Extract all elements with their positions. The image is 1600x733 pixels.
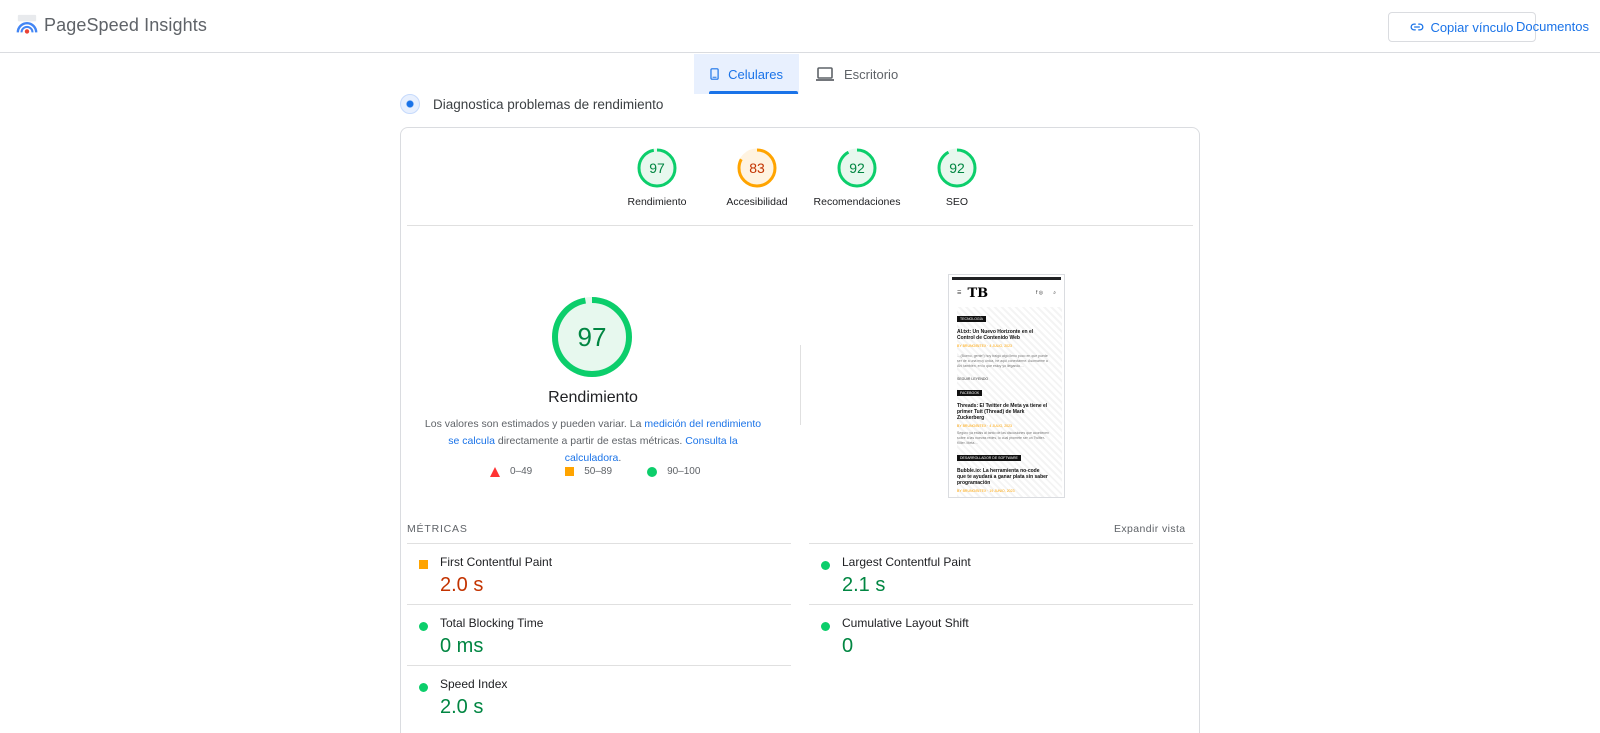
link-icon bbox=[1411, 23, 1424, 31]
metric-value: 0 bbox=[842, 635, 854, 657]
vertical-divider bbox=[800, 345, 801, 425]
metrics-divider bbox=[407, 604, 791, 605]
gauge-accessibility[interactable]: 83 Accesibilidad bbox=[707, 147, 807, 208]
tab-desktop[interactable]: Escritorio bbox=[799, 54, 914, 94]
thumb-post-meta: BY BRUNO/BITEX · 4 JULIO, 2023 bbox=[957, 344, 1012, 348]
gauge-score: 83 bbox=[749, 160, 765, 176]
final-screenshot-thumbnail[interactable]: ☰ TB f ◎ ⌕ TECNOLOGÍA AI.txt: Un Nuevo H… bbox=[948, 274, 1065, 498]
performance-title: Rendimiento bbox=[548, 389, 638, 406]
thumb-logo: TB bbox=[967, 285, 989, 301]
metric-lcp: Largest Contentful Paint 2.1 s bbox=[809, 555, 1193, 605]
metric-cls: Cumulative Layout Shift 0 bbox=[809, 616, 1193, 666]
performance-description: Los valores son estimados y pueden varia… bbox=[423, 416, 763, 467]
gauge-score: 92 bbox=[849, 160, 865, 176]
thumb-post-meta: BY BRUNO/BITEX · 4 JULIO, 2023 bbox=[957, 424, 1012, 428]
expand-view-toggle[interactable]: Expandir vista bbox=[1114, 523, 1186, 535]
metrics-divider bbox=[809, 604, 1193, 605]
metric-name: Largest Contentful Paint bbox=[842, 555, 971, 569]
metrics-section-label: MÉTRICAS bbox=[407, 523, 468, 535]
desc-prefix: Los valores son estimados y pueden varia… bbox=[424, 418, 645, 430]
gauge-label: SEO bbox=[945, 196, 969, 208]
legend-good-range: 90–100 bbox=[667, 466, 701, 477]
metric-value: 2.0 s bbox=[440, 696, 484, 718]
smartphone-icon bbox=[710, 68, 719, 80]
thumb-read-more: SEGUIR LEYENDO bbox=[957, 377, 989, 381]
metric-tbt: Total Blocking Time 0 ms bbox=[407, 616, 791, 666]
thumb-post-meta: BY BRUNO/BITEX · 19 JUNIO, 2023 bbox=[957, 489, 1015, 493]
pagespeed-logo-icon bbox=[16, 14, 38, 34]
metric-value: 0 ms bbox=[440, 635, 484, 657]
thumb-menu-icon: ☰ bbox=[957, 290, 962, 296]
performance-score: 97 bbox=[578, 322, 607, 352]
diagnose-section-header: Diagnostica problemas de rendimiento bbox=[400, 94, 663, 114]
thumb-search-icon: ⌕ bbox=[1053, 290, 1056, 296]
circle-icon bbox=[647, 466, 658, 477]
gauge-performance[interactable]: 97 Rendimiento bbox=[607, 147, 707, 208]
thumb-post-tag: TECNOLOGÍA bbox=[957, 316, 986, 322]
metric-fcp: First Contentful Paint 2.0 s bbox=[407, 555, 791, 605]
tab-mobile-label: Celulares bbox=[728, 66, 783, 82]
thumb-header: ☰ TB f ◎ ⌕ bbox=[949, 280, 1064, 306]
gauge-score: 97 bbox=[649, 160, 665, 176]
app-logo[interactable]: PageSpeed Insights bbox=[16, 14, 207, 36]
thumb-post-title: Bubble.io: La herramienta no-code que te… bbox=[957, 468, 1048, 486]
metric-name: First Contentful Paint bbox=[440, 555, 553, 569]
thumb-post-tag: DESARROLLADOR DE SOFTWARE bbox=[957, 455, 1021, 461]
average-square-icon bbox=[419, 560, 428, 569]
metrics-divider bbox=[407, 543, 791, 544]
thumb-post-title: Threads: El Twitter de Meta ya tiene el … bbox=[957, 403, 1048, 421]
legend-good: 90–100 bbox=[647, 466, 700, 477]
app-title: PageSpeed Insights bbox=[44, 14, 207, 35]
copy-link-button[interactable]: Copiar vínculo bbox=[1388, 12, 1536, 42]
legend-poor: 0–49 bbox=[490, 466, 532, 477]
legend-average-range: 50–89 bbox=[584, 466, 613, 477]
laptop-icon bbox=[816, 67, 834, 81]
gauge-score: 92 bbox=[949, 160, 965, 176]
good-circle-icon bbox=[419, 683, 428, 692]
square-icon bbox=[565, 467, 575, 476]
diagnose-icon bbox=[400, 94, 420, 114]
gauges-divider bbox=[407, 225, 1193, 226]
metric-name: Speed Index bbox=[440, 677, 508, 691]
metric-speed-index: Speed Index 2.0 s bbox=[407, 677, 791, 727]
metrics-divider bbox=[809, 543, 1193, 544]
metric-name: Cumulative Layout Shift bbox=[842, 616, 969, 630]
copy-link-label: Copiar vínculo bbox=[1430, 19, 1514, 35]
good-circle-icon bbox=[821, 622, 830, 631]
legend-average: 50–89 bbox=[565, 466, 612, 477]
category-gauges: 97 Rendimiento 83 Accesibilidad 92 Recomendac… bbox=[607, 147, 1007, 208]
performance-gauge: 97 bbox=[551, 296, 633, 383]
thumb-post-tag: FACEBOOK bbox=[957, 390, 983, 396]
gauge-best-practices[interactable]: 92 Recomendaciones bbox=[807, 147, 907, 208]
metric-value: 2.1 s bbox=[842, 574, 886, 596]
good-circle-icon bbox=[419, 622, 428, 631]
docs-link[interactable]: Documentos bbox=[1516, 19, 1589, 34]
metric-value: 2.0 s bbox=[440, 574, 484, 596]
tab-desktop-label: Escritorio bbox=[844, 66, 899, 82]
gauge-seo[interactable]: 92 SEO bbox=[907, 147, 1007, 208]
thumb-content: TECNOLOGÍA AI.txt: Un Nuevo Horizonte en… bbox=[957, 307, 1062, 497]
desc-suffix: . bbox=[618, 452, 622, 464]
thumb-social-icon: f ◎ bbox=[1036, 290, 1044, 296]
metric-name: Total Blocking Time bbox=[440, 616, 544, 630]
tab-mobile[interactable]: Celulares bbox=[694, 54, 799, 94]
gauge-label: Rendimiento bbox=[627, 196, 687, 208]
diagnose-title: Diagnostica problemas de rendimiento bbox=[433, 96, 664, 112]
good-circle-icon bbox=[821, 561, 830, 570]
top-header: PageSpeed Insights Copiar vínculo Docume… bbox=[0, 0, 1600, 53]
thumb-post-title: AI.txt: Un Nuevo Horizonte en el Control… bbox=[957, 329, 1034, 341]
legend-poor-range: 0–49 bbox=[510, 466, 533, 477]
gauge-label: Accesibilidad bbox=[726, 196, 788, 208]
score-legend: 0–49 50–89 90–100 bbox=[490, 466, 733, 477]
desc-middle: directamente a partir de estas métricas. bbox=[494, 435, 686, 447]
device-tabs: Celulares Escritorio bbox=[694, 54, 914, 94]
thumb-post-excerpt: Seguro ya estáis al tanto de las discusi… bbox=[957, 431, 1050, 445]
metrics-divider bbox=[407, 665, 791, 666]
gauge-label: Recomendaciones bbox=[813, 196, 901, 208]
thumb-post-excerpt: …(Bueno, gente!) hoy traigo algo lleno p… bbox=[957, 354, 1048, 368]
triangle-icon bbox=[490, 466, 500, 477]
